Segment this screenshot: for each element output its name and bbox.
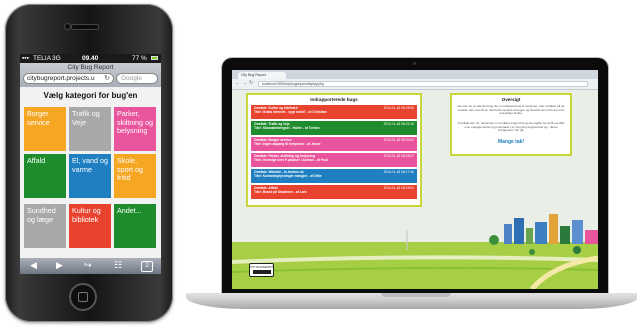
- bug-title: Titel: Oversigt over P-pladser i Aarhus …: [254, 158, 328, 163]
- bug-title: Titel: Kontaktoplysninger mangler - af D…: [254, 174, 322, 179]
- forward-icon[interactable]: ▶: [56, 260, 63, 271]
- bug-item[interactable]: Område: Parker, skiltning og belysning T…: [251, 153, 417, 167]
- category-tile-skole[interactable]: Skole, sport og fritid: [114, 154, 156, 198]
- bugs-panel-title: Indrapporterede bugs: [310, 97, 358, 102]
- category-tile-sundhed[interactable]: Sundhed og læge: [24, 204, 66, 248]
- browser-chrome: City Bug Report citybugreport.projects.u…: [20, 63, 161, 87]
- category-label: Parker, skiltning og belysning: [117, 109, 153, 135]
- city-illustration: [232, 214, 598, 289]
- category-heading: Vælg kategori for bug'en: [43, 91, 138, 100]
- reload-icon[interactable]: ↻: [104, 74, 110, 83]
- back-icon[interactable]: ←: [235, 80, 240, 86]
- category-tile-el-vand-varme[interactable]: El, vand og varme: [69, 154, 111, 198]
- phone-camera: [64, 23, 71, 30]
- info-text-2: Området den 31. december er områdes bugs…: [457, 121, 565, 133]
- bug-title: Titel: Brand på Skadeorn - af Lars: [254, 190, 307, 195]
- bug-item[interactable]: Område: Website - Is Aarhus.dk Titel: Ko…: [251, 169, 417, 183]
- category-label: Andet...: [117, 206, 142, 215]
- category-label: Kultur og bibliotek: [72, 206, 101, 224]
- browser-toolbar: ← → ↻ localhost:3000/citybugreport/displ…: [232, 79, 598, 90]
- address-bar[interactable]: localhost:3000/citybugreport/display.php: [258, 81, 588, 87]
- bug-item[interactable]: Område: Affald Titel: Brand på Skadeorn …: [251, 185, 417, 199]
- signal-icon: ▪▪▪: [22, 55, 29, 62]
- category-tile-borger-service[interactable]: Borger service: [24, 107, 66, 151]
- category-tile-affald[interactable]: Affald: [24, 154, 66, 198]
- thanks-text: Mange tak!: [497, 139, 525, 145]
- url-text: citybugreport.projects.u: [27, 75, 95, 82]
- bug-date: 2013-11-18 08:25:00: [383, 106, 414, 110]
- laptop-camera: [413, 62, 416, 65]
- badge-text: CITY BUG REPORT: [250, 266, 273, 269]
- bug-date: 2013-11-18 08:15:01: [383, 186, 414, 190]
- phone-screen: ▪▪▪ TELIA 3G 09.40 77 % City Bug Report …: [20, 54, 161, 274]
- search-field[interactable]: Google: [116, 73, 158, 84]
- category-tile-kultur[interactable]: Kultur og bibliotek: [69, 204, 111, 248]
- category-label: Skole, sport og fritid: [117, 156, 143, 182]
- category-tile-parker[interactable]: Parker, skiltning og belysning: [114, 107, 156, 151]
- bug-date: 2013-11-18 08:18:07: [383, 154, 414, 158]
- category-label: Affald: [27, 156, 46, 165]
- reload-icon[interactable]: ↻: [249, 80, 253, 86]
- tabs-icon[interactable]: 2: [141, 261, 153, 272]
- safari-toolbar: ◀ ▶ ↪ ☷ 2: [20, 258, 161, 274]
- bug-item[interactable]: Område: Kultur og bibliotek Titel: Grati…: [251, 105, 417, 119]
- back-icon[interactable]: ◀: [30, 260, 37, 271]
- battery-label: 77 %: [132, 55, 147, 62]
- phone-earpiece: [71, 24, 99, 30]
- info-panel-title: Oversigt: [501, 97, 521, 102]
- info-text-1: Her kan du se alle de bugs der er indrap…: [457, 104, 565, 116]
- bug-item[interactable]: Område: Trafik og Veje Titel: Skandalelæ…: [251, 121, 417, 135]
- bug-title: Titel: Skandalelængsel - Huller - af Tor…: [254, 126, 320, 131]
- page-title: City Bug Report: [67, 64, 114, 71]
- carrier-label: TELIA: [33, 55, 52, 62]
- bug-title: Titel: Ingen adgang til telepenne - af J…: [254, 142, 321, 147]
- bookmarks-icon[interactable]: ☷: [114, 260, 122, 271]
- status-bar: ▪▪▪ TELIA 3G 09.40 77 %: [20, 54, 161, 63]
- category-tile-trafik[interactable]: Trafik og Veje: [69, 107, 111, 151]
- laptop-screen: City Bug Report ← → ↻ localhost:3000/cit…: [232, 70, 598, 289]
- network-label: 3G: [52, 55, 61, 62]
- forward-icon[interactable]: →: [242, 80, 247, 86]
- bug-title: Titel: Gratis Internet - sygt meld? - af…: [254, 110, 327, 115]
- category-label: Trafik og Veje: [72, 109, 100, 127]
- category-label: El, vand og varme: [72, 156, 108, 174]
- category-label: Sundhed og læge: [27, 206, 56, 224]
- bug-item[interactable]: Område: Borger service Titel: Ingen adga…: [251, 137, 417, 151]
- badge-skyline-icon: [252, 270, 271, 274]
- share-icon[interactable]: ↪: [84, 260, 92, 271]
- category-label: Borger service: [27, 109, 50, 127]
- browser-tab-strip: City Bug Report: [232, 70, 598, 79]
- info-panel: Oversigt Her kan du se alle de bugs der …: [450, 93, 572, 156]
- city-bug-report-badge: CITY BUG REPORT: [249, 263, 274, 277]
- bug-date: 2013-11-18 08:20:02: [383, 138, 414, 142]
- bugs-panel: Indrapporterede bugs Område: Kultur og b…: [246, 93, 422, 207]
- home-button-icon: [78, 292, 88, 302]
- browser-tab[interactable]: City Bug Report: [238, 72, 286, 79]
- category-tile-andet[interactable]: Andet...: [114, 204, 156, 248]
- laptop-notch: [381, 293, 451, 297]
- battery-icon: [151, 56, 158, 60]
- bug-date: 2013-11-18 08:17:40: [383, 170, 414, 174]
- bug-date: 2013-11-18 08:22:10: [383, 122, 414, 126]
- url-field[interactable]: citybugreport.projects.u ↻: [23, 73, 114, 84]
- status-time: 09.40: [82, 55, 99, 62]
